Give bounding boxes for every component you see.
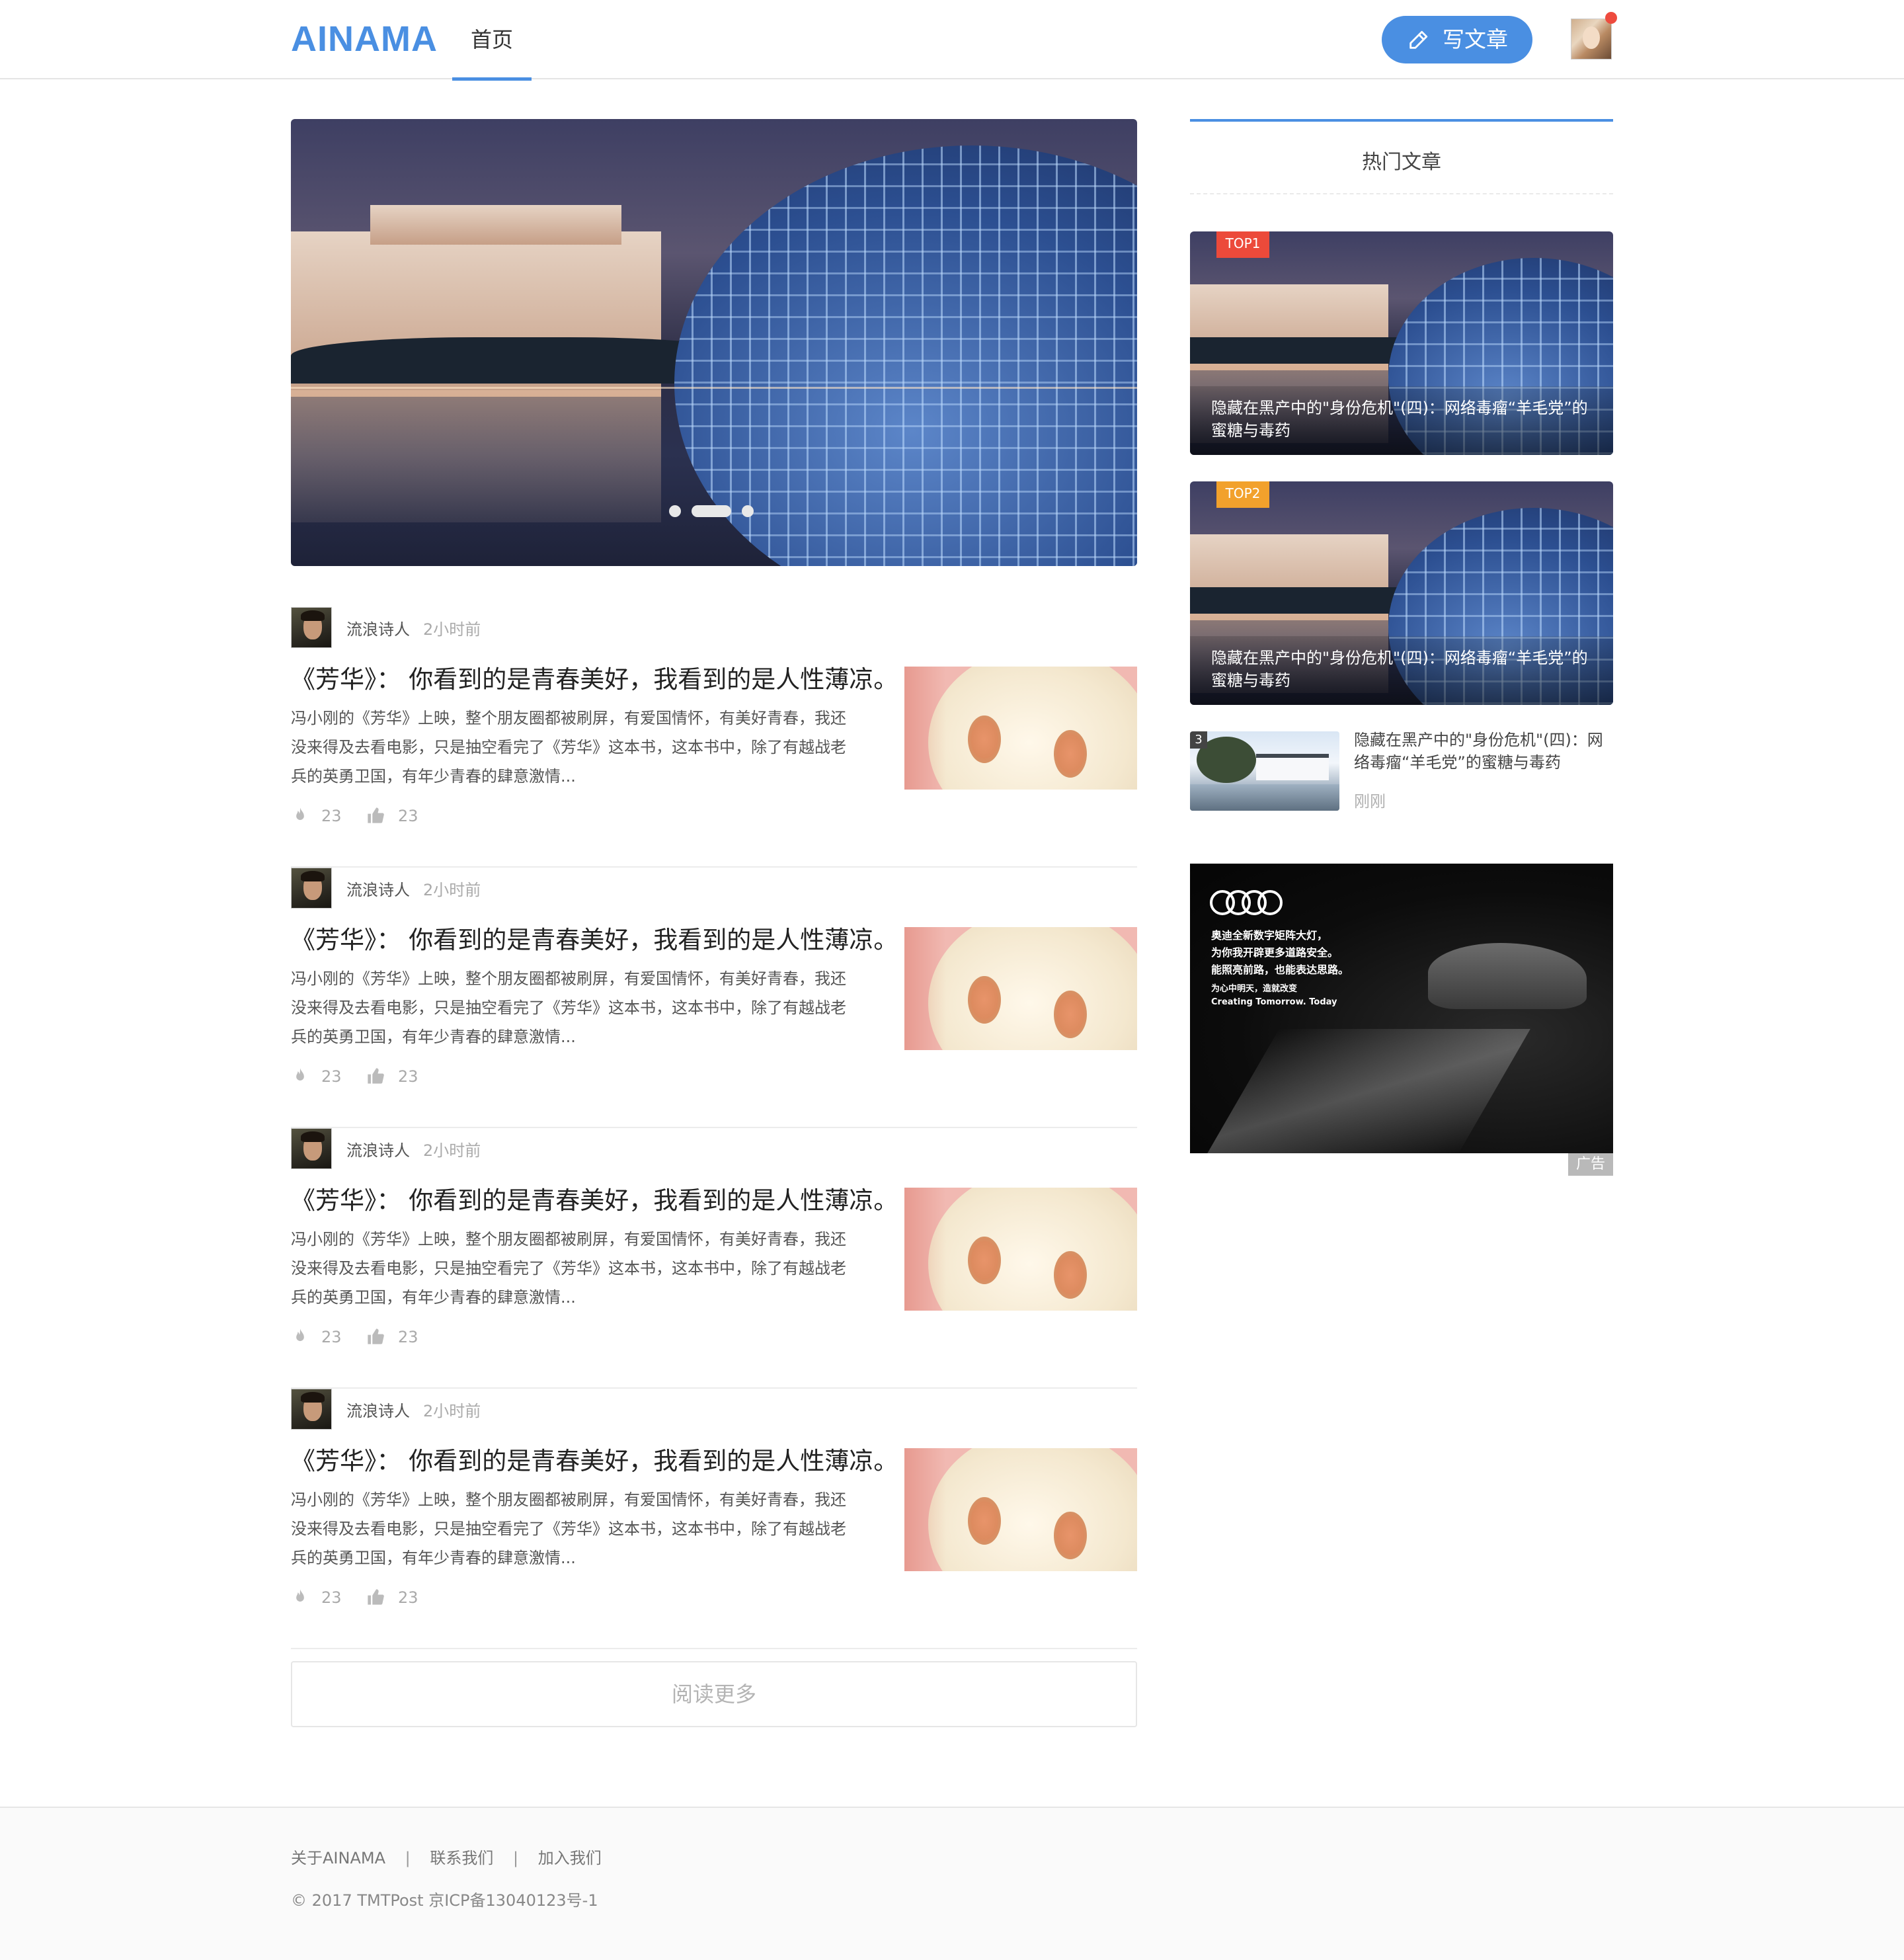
carousel-dot[interactable] <box>742 505 754 517</box>
read-more-button[interactable]: 阅读更多 <box>291 1661 1137 1727</box>
ad-copy-line: 能照亮前路，也能表达思路。 <box>1211 963 1349 976</box>
hero-carousel[interactable] <box>291 119 1137 566</box>
article-card[interactable]: 流浪诗人 2小时前《芳华》： 你看到的是青春美好，我看到的是人性薄凉。冯小刚的《芳… <box>291 1389 1137 1649</box>
flame-icon <box>296 1328 304 1341</box>
hot-item-time: 刚刚 <box>1354 792 1386 811</box>
article-thumbnail[interactable] <box>904 927 1137 1050</box>
site-logo[interactable]: AINAMA <box>291 19 438 60</box>
article-thumbnail[interactable] <box>904 1448 1137 1571</box>
write-article-label: 写文章 <box>1443 26 1508 52</box>
like-count: 23 <box>398 1067 418 1086</box>
ad-label: 广告 <box>1568 1153 1613 1176</box>
article-thumbnail[interactable] <box>904 1188 1137 1311</box>
article-card[interactable]: 流浪诗人 2小时前《芳华》： 你看到的是青春美好，我看到的是人性薄凉。冯小刚的《芳… <box>291 607 1137 868</box>
footer-link-join[interactable]: 加入我们 <box>538 1845 602 1868</box>
ad-copy: 奥迪全新数字矩阵大灯， 为你我开辟更多道路安全。 能照亮前路，也能表达思路。 为… <box>1211 927 1409 1009</box>
ad-car-image <box>1428 943 1587 1009</box>
post-time: 2小时前 <box>423 1141 481 1160</box>
view-count: 23 <box>321 807 342 825</box>
like-count: 23 <box>398 1588 418 1607</box>
top-header: AINAMA 首页 写文章 <box>0 0 1904 81</box>
author-avatar[interactable] <box>291 1389 332 1430</box>
footer-links: 关于AINAMA | 联系我们 | 加入我们 <box>291 1845 602 1868</box>
article-title[interactable]: 《芳华》： 你看到的是青春美好，我看到的是人性薄凉。 <box>291 923 898 958</box>
thumbs-up-icon[interactable] <box>366 1327 385 1346</box>
view-count: 23 <box>321 1588 342 1607</box>
author-name[interactable]: 流浪诗人 <box>346 1137 410 1161</box>
author-avatar[interactable] <box>291 1128 332 1169</box>
view-count: 23 <box>321 1067 342 1086</box>
page-footer: 关于AINAMA | 联系我们 | 加入我们 © 2017 TMTPost 京I… <box>0 1807 1904 1960</box>
top-rank-badge: TOP1 <box>1216 231 1269 258</box>
like-count: 23 <box>398 1328 418 1346</box>
article-summary: 冯小刚的《芳华》上映，整个朋友圈都被刷屏，有爱国情怀，有美好青春，我还没来得及去… <box>291 709 846 786</box>
article-thumbnail[interactable] <box>904 667 1137 790</box>
nav-home-label: 首页 <box>470 27 513 52</box>
author-name[interactable]: 流浪诗人 <box>346 877 410 900</box>
audi-rings-logo <box>1210 890 1283 915</box>
hot-articles-header: 热门文章 <box>1190 119 1613 194</box>
post-time: 2小时前 <box>423 620 481 639</box>
flame-icon <box>296 1068 304 1081</box>
copyright-text: © 2017 TMTPost 京ICP备13040123号-1 <box>291 1891 598 1910</box>
hot-item-title: 隐藏在黑产中的"身份危机"(四)：网络毒瘤“羊毛党”的蜜糖与毒药 <box>1354 731 1603 772</box>
footer-separator: | <box>405 1849 411 1867</box>
hot-card-top1[interactable]: TOP1 隐藏在黑产中的"身份危机"(四)：网络毒瘤“羊毛党”的蜜糖与毒药 <box>1190 231 1613 455</box>
flame-icon <box>296 807 304 820</box>
advertisement-banner[interactable]: 奥迪全新数字矩阵大灯， 为你我开辟更多道路安全。 能照亮前路，也能表达思路。 为… <box>1190 864 1613 1153</box>
hot-card-title: 隐藏在黑产中的"身份危机"(四)：网络毒瘤“羊毛党”的蜜糖与毒药 <box>1211 399 1588 440</box>
post-time: 2小时前 <box>423 1402 481 1420</box>
article-summary: 冯小刚的《芳华》上映，整个朋友圈都被刷屏，有爱国情怀，有美好青春，我还没来得及去… <box>291 1490 846 1567</box>
hot-card-caption: 隐藏在黑产中的"身份危机"(四)：网络毒瘤“羊毛党”的蜜糖与毒药 <box>1190 386 1613 455</box>
view-count: 23 <box>321 1328 342 1346</box>
ad-copy-line: 为你我开辟更多道路安全。 <box>1211 946 1339 959</box>
footer-separator: | <box>513 1849 519 1867</box>
hot-articles-title: 热门文章 <box>1362 151 1441 174</box>
author-avatar[interactable] <box>291 868 332 909</box>
footer-link-about[interactable]: 关于AINAMA <box>291 1845 385 1868</box>
notification-dot <box>1605 12 1617 24</box>
hot-list-item[interactable]: 3 隐藏在黑产中的"身份危机"(四)：网络毒瘤“羊毛党”的蜜糖与毒药 刚刚 <box>1190 731 1613 811</box>
footer-link-contact[interactable]: 联系我们 <box>430 1845 493 1868</box>
article-title[interactable]: 《芳华》： 你看到的是青春美好，我看到的是人性薄凉。 <box>291 663 898 697</box>
hot-card-title: 隐藏在黑产中的"身份危机"(四)：网络毒瘤“羊毛党”的蜜糖与毒药 <box>1211 649 1588 690</box>
ad-sub-line: Creating Tomorrow. Today <box>1211 997 1337 1007</box>
avatar-image <box>1571 19 1612 60</box>
author-avatar[interactable] <box>291 607 332 648</box>
article-summary: 冯小刚的《芳华》上映，整个朋友圈都被刷屏，有爱国情怀，有美好青春，我还没来得及去… <box>291 969 846 1046</box>
hot-item-thumbnail: 3 <box>1190 731 1339 811</box>
carousel-dot-active[interactable] <box>692 505 731 517</box>
like-count: 23 <box>398 807 418 825</box>
article-card[interactable]: 流浪诗人 2小时前《芳华》： 你看到的是青春美好，我看到的是人性薄凉。冯小刚的《芳… <box>291 868 1137 1128</box>
nav-home-tab[interactable]: 首页 <box>452 0 532 81</box>
ad-sub-line: 为心中明天，造就改变 <box>1211 984 1298 994</box>
author-name[interactable]: 流浪诗人 <box>346 1398 410 1421</box>
pen-icon <box>1409 30 1428 49</box>
thumbs-up-icon[interactable] <box>366 1587 385 1607</box>
thumbs-up-icon[interactable] <box>366 805 385 825</box>
write-article-button[interactable]: 写文章 <box>1382 16 1532 63</box>
author-name[interactable]: 流浪诗人 <box>346 616 410 639</box>
user-avatar[interactable] <box>1571 12 1617 60</box>
hot-card-top2[interactable]: TOP2 隐藏在黑产中的"身份危机"(四)：网络毒瘤“羊毛党”的蜜糖与毒药 <box>1190 481 1613 705</box>
article-summary: 冯小刚的《芳华》上映，整个朋友圈都被刷屏，有爱国情怀，有美好青春，我还没来得及去… <box>291 1230 846 1307</box>
nav-active-underline <box>452 77 532 81</box>
article-title[interactable]: 《芳华》： 你看到的是青春美好，我看到的是人性薄凉。 <box>291 1444 898 1479</box>
ad-copy-line: 奥迪全新数字矩阵大灯， <box>1211 929 1328 942</box>
carousel-dot[interactable] <box>669 505 681 517</box>
thumbs-up-icon[interactable] <box>366 1066 385 1086</box>
top-rank-badge: TOP2 <box>1216 481 1269 508</box>
carousel-dots <box>641 496 787 525</box>
flame-icon <box>296 1589 304 1602</box>
rank-badge: 3 <box>1190 731 1207 749</box>
article-card[interactable]: 流浪诗人 2小时前《芳华》： 你看到的是青春美好，我看到的是人性薄凉。冯小刚的《芳… <box>291 1128 1137 1389</box>
hot-card-caption: 隐藏在黑产中的"身份危机"(四)：网络毒瘤“羊毛党”的蜜糖与毒药 <box>1190 636 1613 705</box>
post-time: 2小时前 <box>423 881 481 899</box>
ad-light-beam <box>1207 1029 1530 1153</box>
article-title[interactable]: 《芳华》： 你看到的是青春美好，我看到的是人性薄凉。 <box>291 1184 898 1218</box>
